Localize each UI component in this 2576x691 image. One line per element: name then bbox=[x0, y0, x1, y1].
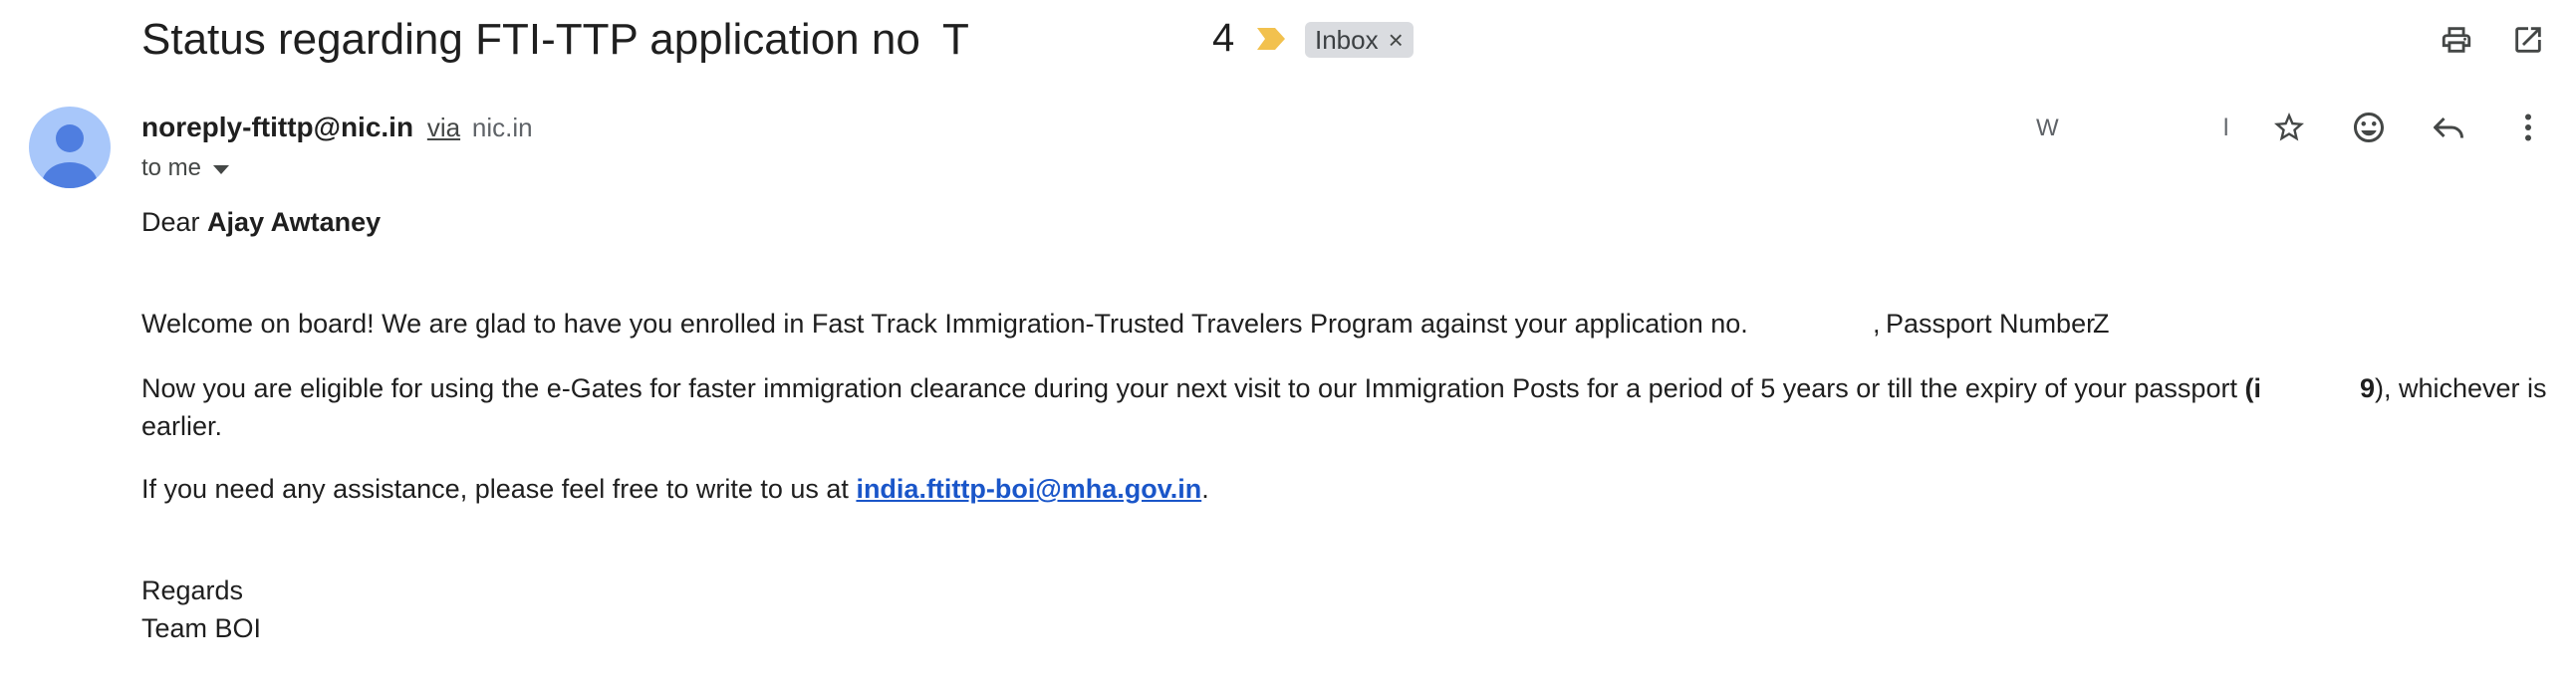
assistance-period: . bbox=[1201, 474, 1209, 504]
paragraph-eligibility-line2: earlier. bbox=[141, 411, 223, 441]
via-link[interactable]: via bbox=[427, 113, 460, 142]
star-icon[interactable] bbox=[2267, 106, 2311, 149]
signature: Team BOI bbox=[141, 613, 262, 643]
greeting-prefix: Dear bbox=[141, 207, 200, 237]
print-icon[interactable] bbox=[2435, 18, 2478, 62]
paragraph-welcome: Welcome on board! We are glad to have yo… bbox=[141, 305, 1748, 343]
inbox-label-text: Inbox bbox=[1315, 24, 1379, 55]
application-number-fragment: , bbox=[1873, 309, 1881, 339]
date-fragment-end: l bbox=[2223, 115, 2229, 141]
subject-redacted-fragment-end: 4 bbox=[1212, 16, 1235, 60]
sender-email[interactable]: noreply-ftittp@nic.in bbox=[141, 112, 413, 142]
recipient-details-toggle[interactable]: to me bbox=[141, 153, 230, 183]
paragraph-eligibility-line1: Now you are eligible for using the e-Gat… bbox=[141, 369, 2261, 407]
welcome-text: Welcome on board! We are glad to have yo… bbox=[141, 309, 1748, 339]
via-domain: nic.in bbox=[471, 113, 533, 142]
support-email-link[interactable]: india.ftittp-boi@mha.gov.in bbox=[856, 474, 1201, 504]
emoji-icon[interactable] bbox=[2347, 106, 2391, 149]
open-in-new-icon[interactable] bbox=[2506, 18, 2550, 62]
paragraph-assistance: If you need any assistance, please feel … bbox=[141, 470, 1209, 508]
greeting: Dear Ajay Awtaney bbox=[141, 203, 381, 241]
recipient-name: Ajay Awtaney bbox=[207, 207, 382, 237]
signoff: Regards bbox=[141, 576, 244, 605]
email-subject: Status regarding FTI-TTP application no … bbox=[141, 6, 969, 74]
remove-label-icon[interactable]: × bbox=[1389, 27, 1404, 53]
more-vert-icon[interactable] bbox=[2506, 106, 2550, 149]
important-marker-icon[interactable] bbox=[1257, 28, 1285, 50]
eligibility-tail: ), whichever is bbox=[2375, 373, 2547, 403]
passport-expiry-fragment-start: (i bbox=[2244, 373, 2261, 403]
date-fragment-start: W bbox=[2036, 115, 2059, 141]
passport-number-fragment: Z bbox=[2093, 309, 2110, 339]
default-avatar-icon bbox=[42, 124, 98, 188]
subject-redacted-fragment: T bbox=[942, 15, 969, 64]
eligibility-text: Now you are eligible for using the e-Gat… bbox=[141, 373, 2237, 403]
subject-text: Status regarding FTI-TTP application no bbox=[141, 15, 920, 64]
sender-line: noreply-ftittp@nic.in via nic.in bbox=[141, 109, 533, 146]
passport-expiry-fragment-end: 9 bbox=[2360, 373, 2376, 403]
reply-icon[interactable] bbox=[2427, 106, 2470, 149]
passport-number-label: Passport Number bbox=[1886, 309, 2096, 339]
inbox-label-chip[interactable]: Inbox × bbox=[1305, 22, 1414, 58]
sender-avatar[interactable] bbox=[29, 107, 111, 188]
chevron-down-icon bbox=[213, 164, 230, 174]
recipient-label: to me bbox=[141, 154, 202, 181]
assistance-text: If you need any assistance, please feel … bbox=[141, 474, 849, 504]
